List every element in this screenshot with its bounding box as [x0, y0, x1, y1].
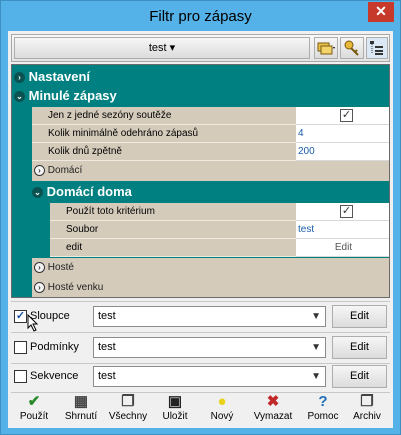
- sloupce-checkbox[interactable]: ✓: [14, 310, 27, 323]
- checkmark-icon: ✔: [27, 393, 41, 410]
- button-label: Archiv: [353, 411, 381, 422]
- podminky-combo[interactable]: test ▼: [93, 337, 326, 358]
- subsection-hoste[interactable]: › Hosté: [32, 258, 389, 278]
- sekvence-edit-button[interactable]: Edit: [332, 365, 387, 388]
- novy-button[interactable]: ● Nový: [199, 393, 245, 427]
- property-value: ✓: [296, 107, 389, 125]
- section-label: Nastavení: [28, 69, 91, 84]
- close-button[interactable]: ✕: [368, 2, 394, 22]
- button-label: Všechny: [108, 411, 148, 422]
- subsection-label: Hosté: [47, 262, 74, 273]
- ulozit-button[interactable]: ▣ Uložit: [152, 393, 198, 427]
- divider: [11, 332, 390, 333]
- property-value: ✓: [296, 203, 389, 221]
- property-label: Kolik minimálně odehráno zápasů: [32, 125, 296, 143]
- property-label: Použít toto kritérium: [50, 203, 296, 221]
- combo-value: test: [98, 341, 116, 353]
- title-bar: Filtr pro zápasy ✕: [1, 1, 400, 31]
- property-label: Kolik dnů zpětně: [32, 143, 296, 161]
- property-label: edit: [50, 239, 296, 257]
- property-row: Jen z jedné sezóny soutěže ✓: [32, 107, 389, 125]
- property-value[interactable]: test: [296, 221, 389, 239]
- save-icon: ▣: [167, 393, 183, 410]
- chevron-down-icon: ▼: [311, 371, 321, 382]
- subsection-label: Domácí: [47, 165, 83, 176]
- pouzit-button[interactable]: ✔ Použít: [11, 393, 57, 427]
- section-domaci-doma[interactable]: ⌄ Domácí doma: [32, 182, 389, 202]
- option-row-podminky: Podmínky test ▼ Edit: [11, 335, 390, 361]
- expand-icon: ›: [34, 261, 45, 273]
- profile-dropdown-button[interactable]: test ▾: [14, 37, 310, 59]
- property-checkbox[interactable]: ✓: [340, 109, 353, 122]
- archiv-button[interactable]: ❐ Archiv: [344, 393, 390, 427]
- section-nastaveni[interactable]: › Nastavení: [14, 67, 389, 87]
- filter-window: Filtr pro zápasy ✕ test ▾ › Nastavení ⌄ …: [0, 0, 401, 435]
- combo-value: test: [98, 370, 116, 382]
- chevron-down-icon: ▼: [311, 342, 321, 353]
- option-row-sekvence: Sekvence test ▼ Edit: [11, 364, 390, 390]
- property-value[interactable]: 200: [296, 143, 389, 161]
- sekvence-checkbox[interactable]: [14, 370, 27, 383]
- section-label: Domácí doma: [46, 184, 132, 199]
- combo-value: test: [98, 310, 116, 322]
- option-row-sloupce: ✓ Sloupce test ▼ Edit: [11, 304, 390, 332]
- sekvence-combo[interactable]: test ▼: [93, 366, 326, 387]
- edit-link-button[interactable]: Edit: [296, 239, 389, 257]
- chevron-down-icon: ▼: [311, 311, 321, 322]
- property-row: edit Edit: [50, 239, 389, 257]
- collapse-icon: ⌄: [14, 91, 25, 103]
- property-checkbox[interactable]: ✓: [340, 205, 353, 218]
- window-title: Filtr pro zápasy: [149, 8, 252, 25]
- pomoc-button[interactable]: ? Pomoc: [300, 393, 346, 427]
- property-row: Soubor test: [50, 221, 389, 239]
- new-bulb-icon: ●: [217, 393, 227, 410]
- property-tree: › Nastavení ⌄ Minulé zápasy Jen z jedné …: [11, 64, 390, 298]
- vymazat-button[interactable]: ✖ Vymazat: [248, 393, 298, 427]
- divider: [11, 301, 390, 302]
- folders-dropdown-icon[interactable]: [314, 37, 338, 59]
- key-icon[interactable]: [340, 37, 364, 59]
- podminky-edit-button[interactable]: Edit: [332, 336, 387, 359]
- summary-icon: ▦: [73, 393, 89, 410]
- button-label: Uložit: [162, 411, 188, 422]
- section-label: Minulé zápasy: [28, 88, 117, 103]
- archive-icon: ❐: [360, 393, 374, 410]
- button-label: Shrnutí: [64, 411, 98, 422]
- button-label: Pomoc: [307, 411, 339, 422]
- subsection-label: Hosté venku: [47, 282, 104, 293]
- expand-icon: ›: [34, 164, 45, 176]
- button-label: Vymazat: [253, 411, 293, 422]
- property-label: Jen z jedné sezóny soutěže: [32, 107, 296, 125]
- client-area: test ▾ › Nastavení ⌄ Minulé zápasy Jen z…: [8, 31, 393, 428]
- shrnuti-button[interactable]: ▦ Shrnutí: [58, 393, 104, 427]
- toolbar: test ▾: [11, 34, 390, 62]
- mouse-cursor-icon: [27, 314, 39, 332]
- vsechny-button[interactable]: ❐ Všechny: [105, 393, 151, 427]
- sekvence-label: Sekvence: [30, 370, 79, 382]
- collapse-icon: ⌄: [32, 187, 43, 199]
- property-value[interactable]: 4: [296, 125, 389, 143]
- help-icon: ?: [318, 393, 328, 410]
- sloupce-combo[interactable]: test ▼: [93, 306, 326, 327]
- subsection-domaci[interactable]: › Domácí: [32, 161, 389, 181]
- expand-icon: ›: [34, 281, 45, 293]
- subsection-hoste-venku[interactable]: › Hosté venku: [32, 278, 389, 297]
- property-row: Použít toto kritérium ✓: [50, 203, 389, 221]
- podminky-label: Podmínky: [30, 341, 79, 353]
- property-row: Kolik dnů zpětně 200: [32, 143, 389, 161]
- section-minule-zapasy[interactable]: ⌄ Minulé zápasy: [14, 86, 389, 106]
- footer-toolbar: ✔ Použít ▦ Shrnutí ❐ Všechny ▣ Uložit ● …: [11, 391, 390, 427]
- podminky-checkbox[interactable]: [14, 341, 27, 354]
- all-documents-icon: ❐: [121, 393, 135, 410]
- button-label: Použít: [19, 411, 49, 422]
- expand-icon: ›: [14, 72, 25, 84]
- property-row: Kolik minimálně odehráno zápasů 4: [32, 125, 389, 143]
- tree-view-icon[interactable]: [366, 37, 388, 59]
- sloupce-edit-button[interactable]: Edit: [332, 305, 387, 328]
- button-label: Nový: [210, 411, 234, 422]
- property-label: Soubor: [50, 221, 296, 239]
- delete-icon: ✖: [266, 393, 280, 410]
